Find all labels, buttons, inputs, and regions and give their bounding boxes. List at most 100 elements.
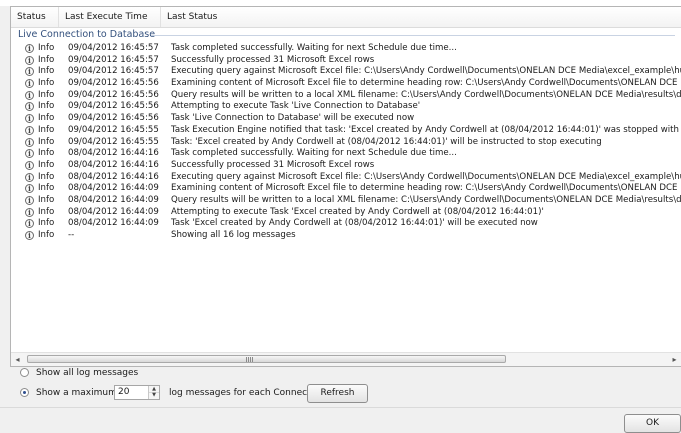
row-status: Info — [38, 148, 55, 159]
refresh-button[interactable]: Refresh — [307, 384, 368, 403]
row-status: Info — [38, 159, 55, 170]
log-row[interactable]: i Info 08/04/2012 16:44:16 Executing query … — [11, 172, 681, 184]
row-message: Examining content of Microsoft Excel fil… — [171, 78, 681, 89]
info-icon: i — [25, 148, 36, 159]
spin-down-icon[interactable]: ▼ — [149, 392, 159, 398]
log-list-view[interactable]: Status Last Execute Time Last Status Liv… — [10, 6, 681, 367]
column-header: Status Last Execute Time Last Status — [11, 7, 681, 28]
column-header-last-execute-time[interactable]: Last Execute Time — [59, 7, 161, 27]
footer-divider — [0, 407, 681, 408]
log-row[interactable]: i Info 09/04/2012 16:45:57 Executing query … — [11, 66, 681, 78]
group-divider — [151, 35, 675, 36]
log-row[interactable]: i Info 08/04/2012 16:44:09 Task 'Excel crea… — [11, 218, 681, 230]
connection-group-label: Live Connection to Database — [18, 29, 156, 40]
row-status: Info — [38, 218, 55, 229]
row-time: -- — [68, 230, 75, 240]
row-status: Info — [38, 101, 55, 112]
horizontal-scrollbar[interactable]: ◂ ▸ — [11, 352, 681, 366]
show-max-radio[interactable] — [20, 388, 29, 397]
log-row[interactable]: i Info 09/04/2012 16:45:57 Task completed s… — [11, 43, 681, 55]
log-row[interactable]: i Info 08/04/2012 16:44:16 Task completed s… — [11, 148, 681, 160]
row-status: Info — [38, 54, 55, 65]
log-row[interactable]: i Info -- Showing all 16 log messages — [11, 230, 681, 242]
info-icon: i — [25, 101, 36, 112]
row-time: 08/04/2012 16:44:16 — [68, 148, 159, 159]
row-message: Task completed successfully. Waiting for… — [171, 148, 457, 159]
info-icon: i — [25, 55, 36, 66]
scroll-left-arrow[interactable]: ◂ — [11, 353, 24, 366]
row-status: Info — [38, 171, 55, 182]
row-message: Attempting to execute Task 'Live Connect… — [171, 101, 421, 112]
row-message: Examining content of Microsoft Excel fil… — [171, 183, 681, 194]
row-time: 09/04/2012 16:45:55 — [68, 124, 159, 135]
row-message: Task Execution Engine notified that task… — [171, 124, 681, 135]
row-time: 09/04/2012 16:45:56 — [68, 78, 159, 89]
log-row[interactable]: i Info 09/04/2012 16:45:55 Task: 'Excel cre… — [11, 137, 681, 149]
log-row[interactable]: i Info 09/04/2012 16:45:57 Successfully pro… — [11, 55, 681, 67]
row-status: Info — [38, 113, 55, 124]
row-message: Executing query against Microsoft Excel … — [171, 171, 681, 182]
max-messages-value[interactable]: 20 — [118, 386, 129, 399]
info-icon: i — [25, 160, 36, 171]
ok-button[interactable]: OK — [624, 414, 681, 433]
info-icon: i — [25, 66, 36, 77]
show-all-label: Show all log messages — [36, 368, 139, 378]
row-time: 08/04/2012 16:44:16 — [68, 171, 159, 182]
info-icon: i — [25, 172, 36, 183]
connection-group-header[interactable]: Live Connection to Database — [11, 27, 681, 43]
row-message: Task 'Live Connection to Database' will … — [171, 113, 415, 124]
log-row[interactable]: i Info 08/04/2012 16:44:09 Attempting to ex… — [11, 207, 681, 219]
log-row[interactable]: i Info 09/04/2012 16:45:56 Attempting to ex… — [11, 101, 681, 113]
log-row[interactable]: i Info 09/04/2012 16:45:56 Query results wi… — [11, 90, 681, 102]
row-message: Query results will be written to a local… — [171, 89, 681, 100]
row-status: Info — [38, 136, 55, 147]
spin-buttons[interactable]: ▲ ▼ — [148, 386, 159, 399]
row-time: 09/04/2012 16:45:57 — [68, 43, 159, 53]
info-icon: i — [25, 43, 36, 54]
info-icon: i — [25, 125, 36, 136]
row-message: Successfully processed 31 Microsoft Exce… — [171, 159, 375, 170]
log-row[interactable]: i Info 08/04/2012 16:44:16 Successfully pro… — [11, 160, 681, 172]
log-row[interactable]: i Info 09/04/2012 16:45:56 Task 'Live Conne… — [11, 113, 681, 125]
column-header-last-status[interactable]: Last Status — [161, 7, 681, 27]
max-messages-stepper[interactable]: 20 ▲ ▼ — [114, 385, 160, 400]
row-message: Task completed successfully. Waiting for… — [171, 43, 457, 53]
row-status: Info — [38, 66, 55, 77]
log-row[interactable]: i Info 09/04/2012 16:45:56 Examining conten… — [11, 78, 681, 90]
row-status: Info — [38, 78, 55, 89]
row-message: Successfully processed 31 Microsoft Exce… — [171, 54, 375, 65]
row-status: Info — [38, 194, 55, 205]
row-time: 09/04/2012 16:45:56 — [68, 113, 159, 124]
info-icon: i — [25, 230, 36, 241]
info-icon: i — [25, 78, 36, 89]
row-time: 08/04/2012 16:44:16 — [68, 159, 159, 170]
row-status: Info — [38, 89, 55, 100]
show-all-radio[interactable] — [20, 368, 29, 377]
row-message: Task: 'Excel created by Andy Cordwell at… — [171, 136, 602, 147]
row-time: 08/04/2012 16:44:09 — [68, 206, 159, 217]
row-message: Executing query against Microsoft Excel … — [171, 66, 681, 77]
suffix-text: log messages for each Connection — [169, 388, 325, 398]
log-row[interactable]: i Info 09/04/2012 16:45:55 Task Execution E… — [11, 125, 681, 137]
row-time: 09/04/2012 16:45:56 — [68, 89, 159, 100]
log-row[interactable]: i Info 08/04/2012 16:44:09 Query results wi… — [11, 195, 681, 207]
row-status: Info — [38, 206, 55, 217]
row-message: Query results will be written to a local… — [171, 194, 681, 205]
row-time: 08/04/2012 16:44:09 — [68, 194, 159, 205]
log-row[interactable]: i Info 08/04/2012 16:44:09 Examining conten… — [11, 183, 681, 195]
log-rows: i Info 09/04/2012 16:45:57 Task completed s… — [11, 43, 681, 242]
row-time: 09/04/2012 16:45:57 — [68, 66, 159, 77]
info-icon: i — [25, 90, 36, 101]
info-icon: i — [25, 137, 36, 148]
scrollbar-thumb[interactable] — [27, 355, 506, 363]
row-message: Task 'Excel created by Andy Cordwell at … — [171, 218, 538, 229]
row-status: Info — [38, 43, 55, 53]
row-time: 09/04/2012 16:45:57 — [68, 54, 159, 65]
scroll-grip-icon — [246, 357, 254, 362]
row-message: Showing all 16 log messages — [171, 230, 296, 240]
scroll-right-arrow[interactable]: ▸ — [668, 353, 681, 366]
row-time: 08/04/2012 16:44:09 — [68, 218, 159, 229]
info-icon: i — [25, 207, 36, 218]
column-header-status[interactable]: Status — [11, 7, 59, 27]
row-message: Attempting to execute Task 'Excel create… — [171, 206, 544, 217]
